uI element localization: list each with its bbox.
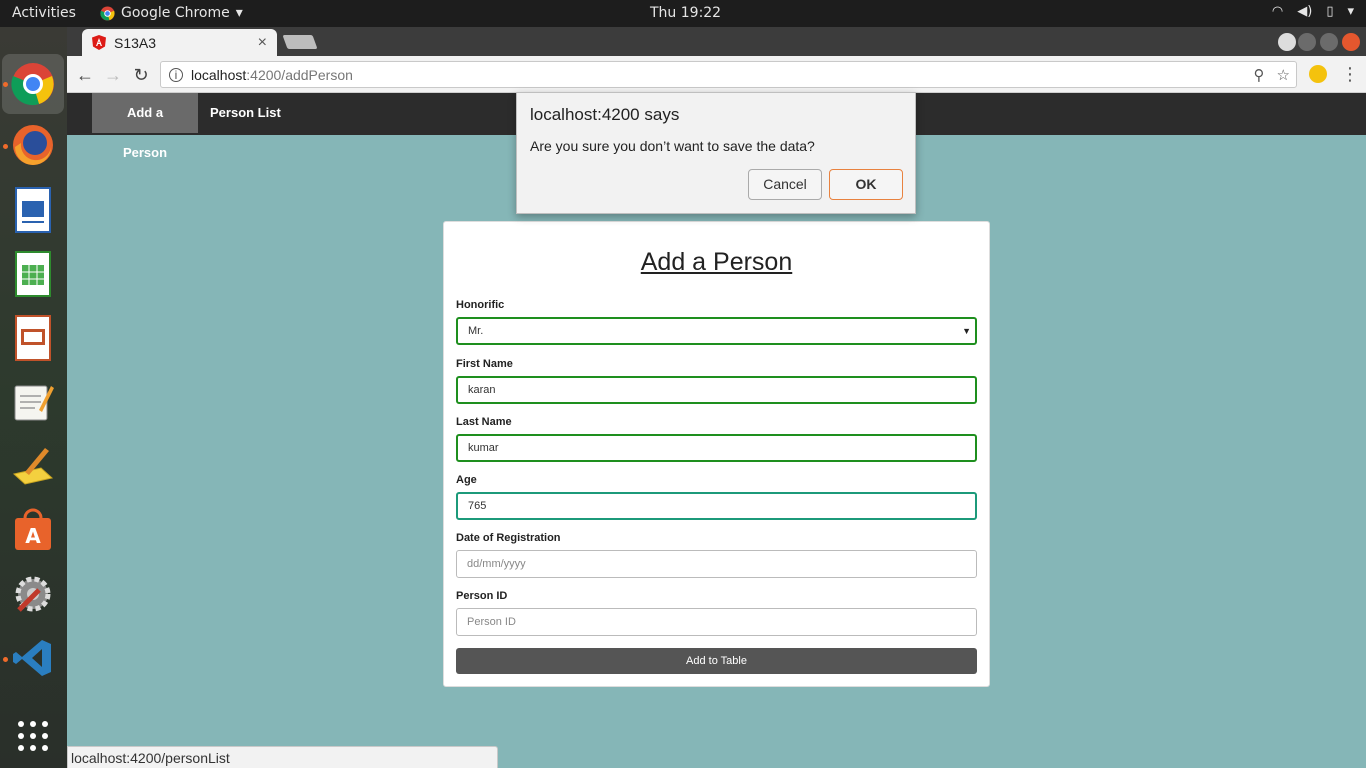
person-id-label: Person ID (456, 590, 508, 602)
caret-down-icon: ▾ (1347, 4, 1354, 19)
dock-settings[interactable] (10, 571, 56, 617)
window-controls (1298, 33, 1360, 51)
zoom-icon[interactable]: ⚲ (1254, 66, 1265, 84)
form-title: Add a Person (640, 248, 793, 276)
first-name-label: First Name (456, 358, 513, 370)
notes-icon (12, 448, 54, 485)
running-indicator (3, 657, 8, 662)
add-to-table-button[interactable]: Add to Table (456, 648, 977, 674)
activities-button[interactable]: Activities (12, 5, 76, 21)
chrome-menu-icon[interactable]: ⋮ (1341, 64, 1359, 85)
app-menu-label: Google Chrome (121, 5, 230, 21)
first-name-input[interactable]: karan (456, 376, 977, 404)
browser-toolbar: ← → ↻ i localhost :4200/addPerson ⚲ ☆ ⋮ (67, 56, 1366, 93)
date-input[interactable]: dd/mm/yyyy (456, 550, 977, 578)
age-input[interactable]: 765 (456, 492, 977, 520)
minimize-button[interactable] (1298, 33, 1316, 51)
app-menu[interactable]: Google Chrome ▾ (100, 5, 243, 21)
url-path: :4200/addPerson (246, 66, 353, 83)
chrome-icon (11, 63, 54, 106)
nav-person-list[interactable]: Person List (198, 93, 293, 133)
system-top-bar: Activities Google Chrome ▾ Thu 19:22 ◠ ◀… (0, 0, 1366, 27)
reload-icon[interactable]: ↻ (130, 64, 152, 86)
date-label: Date of Registration (456, 532, 561, 544)
dock-calc[interactable] (10, 251, 56, 297)
age-label: Age (456, 474, 477, 486)
dialog-title: localhost:4200 says (530, 105, 680, 124)
dock-impress[interactable] (10, 315, 56, 361)
bookmark-star-icon[interactable]: ☆ (1277, 66, 1290, 84)
firefox-icon (13, 125, 53, 165)
dock-software-center[interactable]: A (10, 507, 56, 553)
vscode-icon (13, 640, 51, 676)
tab-title: S13A3 (114, 34, 157, 51)
battery-icon: ▯ (1326, 4, 1334, 19)
calc-icon (15, 251, 51, 297)
address-bar[interactable]: i localhost :4200/addPerson ⚲ ☆ (160, 61, 1297, 88)
nav-add-person[interactable]: Add a Person (92, 93, 198, 160)
running-indicator (3, 144, 8, 149)
caret-down-icon: ▾ (235, 5, 243, 21)
confirm-dialog: localhost:4200 says Are you sure you don… (516, 92, 916, 214)
profile-icon[interactable] (1278, 33, 1296, 51)
wifi-icon: ◠ (1271, 4, 1284, 19)
dock-writer[interactable] (10, 187, 56, 233)
add-person-form: Add a Person Honorific Mr. ▼ First Name … (443, 221, 990, 687)
dock-notes[interactable] (10, 443, 56, 489)
app-grid-icon (18, 721, 48, 751)
svg-text:A: A (25, 524, 41, 548)
ok-button[interactable]: OK (829, 169, 903, 200)
impress-icon (15, 315, 51, 361)
dock-firefox[interactable] (10, 122, 56, 168)
honorific-value: Mr. (468, 325, 484, 337)
last-name-label: Last Name (456, 416, 512, 428)
dialog-message: Are you sure you don’t want to save the … (530, 138, 815, 154)
system-tray[interactable]: ◠ ◀) ▯ ▾ (1272, 4, 1354, 19)
cancel-button[interactable]: Cancel (748, 169, 822, 200)
dock-chrome[interactable] (2, 54, 64, 114)
back-icon[interactable]: ← (74, 64, 96, 86)
honorific-select[interactable]: Mr. ▼ (456, 317, 977, 345)
dock-app-grid[interactable] (10, 713, 56, 759)
dock-vscode[interactable] (10, 635, 56, 681)
last-name-input[interactable]: kumar (456, 434, 977, 462)
dock-text-editor[interactable] (10, 379, 56, 425)
new-tab-button[interactable] (282, 35, 318, 49)
browser-tab[interactable]: S13A3 × (82, 29, 277, 56)
chrome-small-icon (100, 5, 115, 21)
writer-icon (15, 187, 51, 233)
extension-icon[interactable] (1309, 65, 1327, 83)
running-indicator (3, 82, 8, 87)
honorific-label: Honorific (456, 299, 505, 311)
select-arrow-icon: ▼ (962, 326, 971, 336)
angular-icon (92, 35, 106, 50)
settings-icon (15, 576, 51, 612)
text-editor-icon (14, 385, 54, 421)
close-window-button[interactable] (1342, 33, 1360, 51)
dock: A (0, 27, 67, 768)
info-icon[interactable]: i (169, 67, 183, 82)
forward-icon[interactable]: → (102, 64, 124, 86)
link-status-bubble: localhost:4200/personList (67, 746, 498, 768)
tab-strip: S13A3 × (67, 27, 1366, 56)
volume-icon: ◀) (1297, 4, 1313, 19)
clock[interactable]: Thu 19:22 (650, 5, 721, 21)
software-center-icon: A (15, 508, 51, 550)
close-tab-icon[interactable]: × (258, 34, 267, 52)
url-host: localhost (191, 66, 247, 83)
maximize-button[interactable] (1320, 33, 1338, 51)
person-id-input[interactable]: Person ID (456, 608, 977, 636)
